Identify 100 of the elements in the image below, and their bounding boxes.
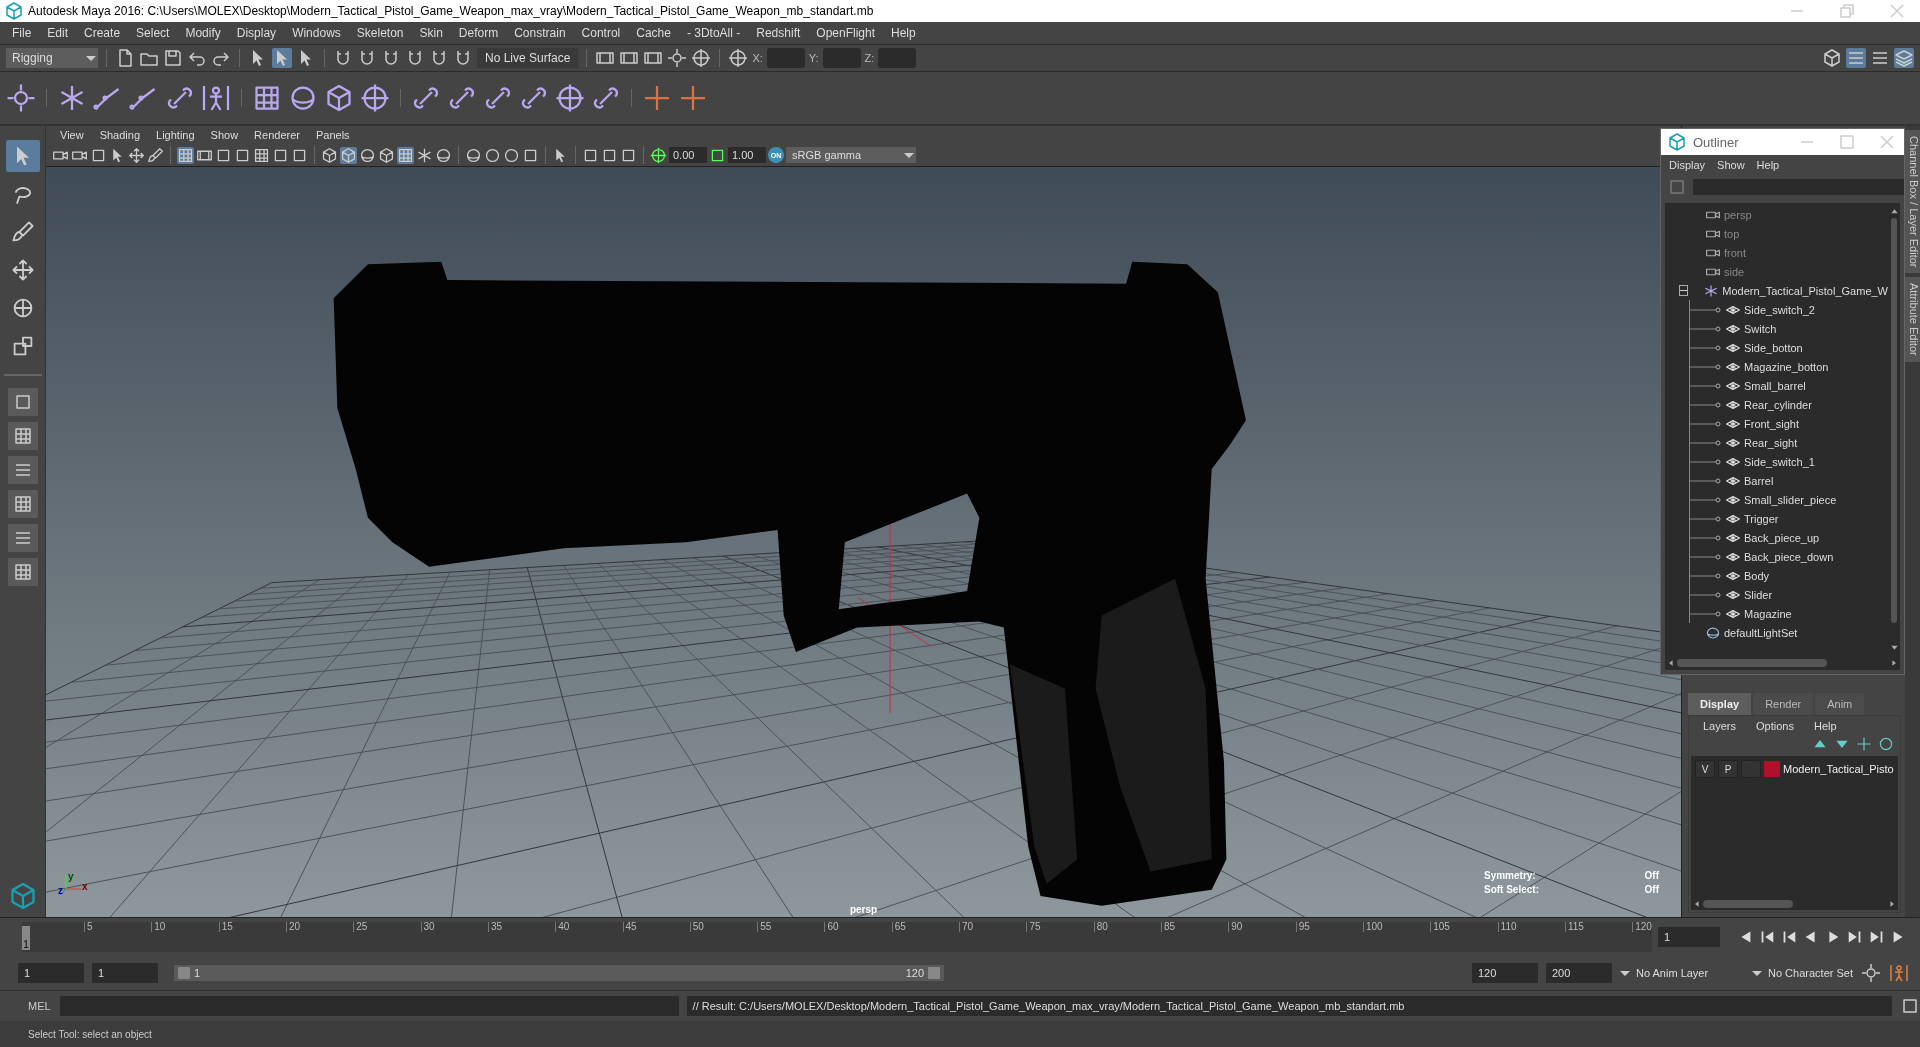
menu-item[interactable]: Lighting	[148, 129, 203, 141]
menu-item[interactable]: Show	[1711, 159, 1751, 171]
menu-item[interactable]: Create	[76, 26, 129, 40]
menu-item[interactable]: Shading	[91, 129, 149, 141]
star-icon[interactable]	[416, 146, 433, 164]
scroll-right-icon[interactable]	[1890, 659, 1898, 667]
outliner-item[interactable]: Magazine	[1744, 607, 1792, 620]
side-tab[interactable]: Channel Box / Layer Editor	[1905, 130, 1920, 274]
outliner-item[interactable]: Back_piece_down	[1744, 550, 1834, 563]
brush-icon[interactable]	[147, 146, 164, 164]
outliner-item[interactable]: top	[1724, 227, 1740, 240]
menu-item[interactable]: View	[52, 129, 92, 141]
menu-item[interactable]: Display	[228, 26, 285, 40]
menu-item[interactable]: Panels	[307, 129, 358, 141]
coordinate-field[interactable]	[822, 48, 861, 68]
anim-layer-dropdown[interactable]: No Anim Layer	[1620, 963, 1744, 983]
current-frame-marker[interactable]: 1	[22, 926, 30, 950]
menu-item[interactable]: Help	[1805, 720, 1845, 732]
outliner-item[interactable]: Body	[1744, 569, 1770, 582]
outliner-item[interactable]: side	[1724, 265, 1745, 278]
outliner-item[interactable]: defaultLightSet	[1724, 626, 1798, 639]
visibility-toggle[interactable]: V	[1695, 760, 1715, 778]
layer-name[interactable]: Modern_Tactical_Pisto	[1783, 763, 1894, 775]
menu-item[interactable]: Renderer	[246, 129, 308, 141]
end-frame-field[interactable]: 200	[1546, 963, 1612, 983]
menu-item[interactable]: Constrain	[506, 26, 574, 40]
move-icon[interactable]	[128, 146, 145, 164]
target-icon[interactable]	[555, 83, 585, 113]
menu-item[interactable]: - 3DtoAll -	[678, 26, 749, 40]
cross-icon[interactable]	[678, 83, 708, 113]
scroll-left-icon[interactable]	[1667, 659, 1675, 667]
target-icon[interactable]	[728, 48, 749, 68]
menu-item[interactable]: Deform	[450, 26, 507, 40]
outliner-item[interactable]: Switch	[1744, 322, 1777, 335]
outliner-item[interactable]: Modern_Tactical_Pistol_Game_W	[1722, 284, 1888, 297]
cube-icon[interactable]	[378, 146, 395, 164]
grid-icon[interactable]	[252, 83, 282, 113]
scroll-down-icon[interactable]	[1889, 643, 1899, 652]
search-field[interactable]	[1693, 179, 1904, 195]
outliner-item[interactable]: Magazine_botton	[1744, 360, 1829, 373]
side-tab[interactable]: Attribute Editor	[1905, 277, 1920, 363]
layout-button[interactable]	[7, 456, 38, 484]
menu-set-dropdown[interactable]: Rigging	[6, 48, 98, 68]
target-icon[interactable]	[691, 48, 712, 68]
menu-item[interactable]: Help	[883, 26, 924, 40]
menu-item[interactable]: Control	[573, 26, 629, 40]
menu-item[interactable]: Skeleton	[348, 26, 412, 40]
outliner-item[interactable]: persp	[1724, 208, 1752, 221]
menu-item[interactable]: Windows	[284, 26, 349, 40]
menu-item[interactable]: Select	[128, 26, 178, 40]
script-editor-icon[interactable]	[1900, 996, 1920, 1016]
menu-item[interactable]: OpenFlight	[808, 26, 883, 40]
save-icon[interactable]	[163, 48, 183, 68]
menu-item[interactable]: File	[4, 26, 40, 40]
script-language-label[interactable]: MEL	[28, 1000, 52, 1012]
collapse-toggle[interactable]	[1679, 285, 1688, 296]
current-frame-field[interactable]: 1	[1658, 927, 1720, 947]
outliner-item[interactable]: Rear_cylinder	[1744, 398, 1812, 411]
range-slider[interactable]: 1 120	[174, 965, 944, 981]
menu-item[interactable]: Show	[202, 129, 247, 141]
playback-start-field[interactable]: 1	[92, 963, 158, 983]
outliner-item[interactable]: Trigger	[1744, 512, 1779, 525]
cube-icon[interactable]	[340, 146, 357, 164]
start-frame-field[interactable]: 1	[18, 963, 84, 983]
color-space-dropdown[interactable]: sRGB gamma	[786, 147, 916, 163]
plus-icon[interactable]	[1856, 736, 1872, 752]
outliner-item[interactable]: front	[1724, 246, 1746, 259]
live-surface-field[interactable]: No Live Surface	[477, 48, 579, 68]
menu-item[interactable]: Options	[1748, 720, 1802, 732]
menu-item[interactable]: Modify	[177, 26, 229, 40]
time-slider[interactable]: 1 5 10 15 20 25 30 35 40 45 50 55 60 65 70 75 80 85 90 95 100 105 110 115 120	[22, 922, 1652, 952]
layout-button[interactable]	[7, 558, 38, 586]
cube-icon[interactable]	[321, 146, 338, 164]
tool-button[interactable]	[5, 140, 40, 172]
tab[interactable]: Render	[1753, 693, 1814, 715]
gamma-field[interactable]: 1.00	[728, 147, 766, 163]
menu-item[interactable]: Layers	[1695, 720, 1745, 732]
grid-icon[interactable]	[253, 146, 270, 164]
cube-icon[interactable]	[1822, 48, 1842, 68]
layout-button[interactable]	[7, 388, 38, 416]
layers-icon[interactable]	[1894, 48, 1914, 68]
menu-item[interactable]: Edit	[39, 26, 77, 40]
grid-icon[interactable]	[397, 146, 414, 164]
layout-button[interactable]	[7, 490, 38, 518]
cross-icon[interactable]	[642, 83, 672, 113]
scroll-right-icon[interactable]	[1888, 900, 1896, 908]
playback-end-field[interactable]: 120	[1472, 963, 1538, 983]
scroll-left-icon[interactable]	[1693, 900, 1701, 908]
playback-toggle[interactable]: P	[1718, 760, 1738, 778]
menu-item[interactable]: Redshift	[748, 26, 809, 40]
outliner-item[interactable]: Side_botton	[1744, 341, 1803, 354]
outliner-item[interactable]: Front_sight	[1744, 417, 1800, 430]
scroll-up-icon[interactable]	[1889, 207, 1899, 216]
outliner-item[interactable]: Barrel	[1744, 474, 1774, 487]
scrollbar-thumb[interactable]	[1703, 900, 1793, 908]
tab[interactable]: Anim	[1815, 693, 1865, 715]
grid-icon[interactable]	[177, 146, 194, 164]
range-handle[interactable]	[928, 967, 940, 979]
character-set-dropdown[interactable]: No Character Set	[1752, 963, 1853, 983]
outliner-item[interactable]: Slider	[1744, 588, 1773, 601]
